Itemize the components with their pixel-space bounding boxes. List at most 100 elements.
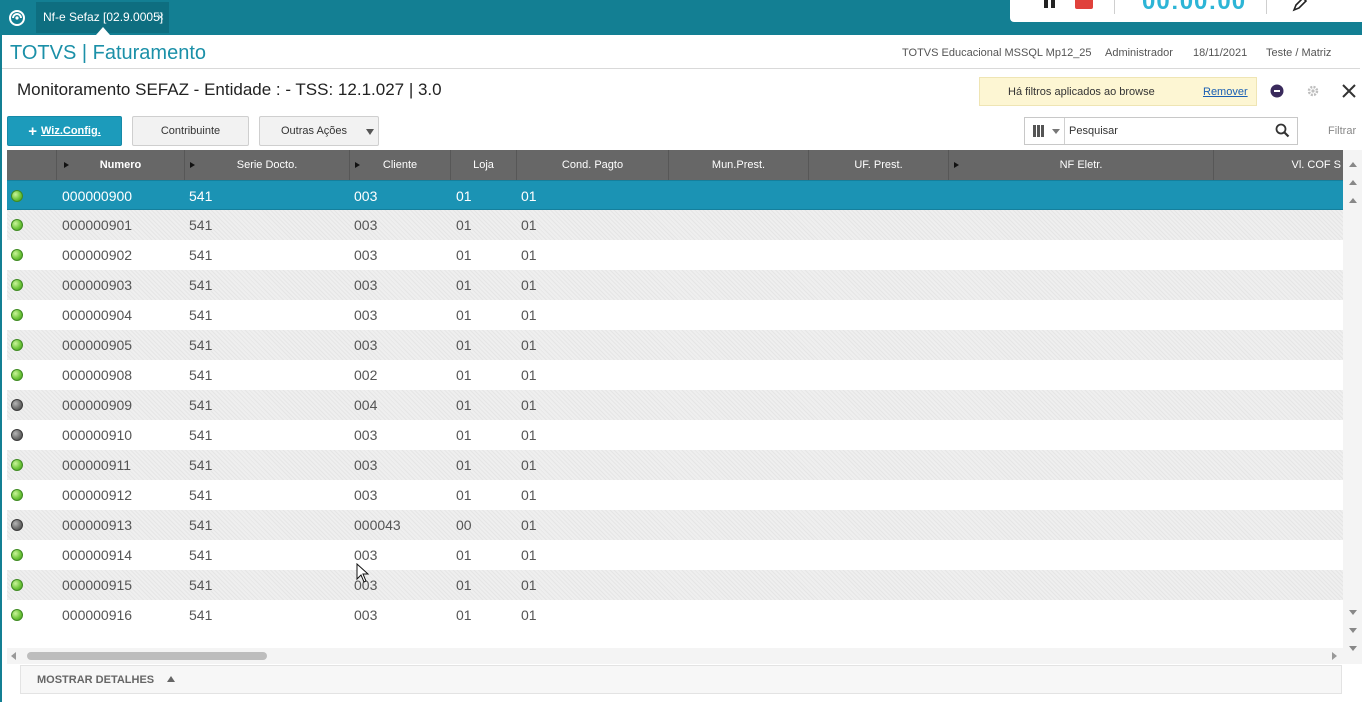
gear-icon[interactable] xyxy=(1305,83,1321,99)
scroll-right-icon[interactable] xyxy=(1332,652,1337,660)
column-header-serie[interactable]: Serie Docto. xyxy=(185,150,350,180)
scroll-top-icon[interactable] xyxy=(1349,162,1357,167)
horizontal-scroll-thumb[interactable] xyxy=(27,652,267,660)
recorder-pen-icon[interactable] xyxy=(1292,0,1308,17)
table-row[interactable]: 000000911 541 003 01 01 xyxy=(7,450,1343,480)
table-row[interactable]: 000000909 541 004 01 01 xyxy=(7,390,1343,420)
table-row[interactable]: 000000912 541 003 01 01 xyxy=(7,480,1343,510)
table-row[interactable]: 000000904 541 003 01 01 xyxy=(7,300,1343,330)
table-row[interactable]: 000000901 541 003 01 01 xyxy=(7,210,1343,240)
tab-close-icon[interactable]: × xyxy=(157,2,164,33)
status-green-icon xyxy=(11,219,23,231)
info-icon[interactable] xyxy=(1269,83,1285,99)
search-input[interactable] xyxy=(1069,121,1269,141)
cell-loja: 01 xyxy=(456,607,472,623)
scroll-down-icon[interactable] xyxy=(1349,610,1357,615)
recorder-stop-icon[interactable] xyxy=(1075,0,1093,9)
column-header-uf-prest[interactable]: UF. Prest. xyxy=(809,150,949,180)
cell-serie: 541 xyxy=(189,607,213,623)
cell-cond: 01 xyxy=(521,217,537,233)
cell-serie: 541 xyxy=(189,547,213,563)
cell-loja: 01 xyxy=(456,397,472,413)
cell-loja: 01 xyxy=(456,188,472,204)
outras-acoes-button[interactable]: Outras Ações xyxy=(259,116,379,146)
wiz-config-button[interactable]: + Wiz.Config. xyxy=(7,116,122,146)
filtrar-button[interactable]: Filtrar xyxy=(1328,125,1356,137)
column-header-cliente[interactable]: Cliente xyxy=(350,150,451,180)
status-green-icon xyxy=(11,549,23,561)
column-header-loja[interactable]: Loja xyxy=(451,150,517,180)
company-label[interactable]: Teste / Matriz xyxy=(1266,47,1331,59)
search-icon[interactable] xyxy=(1275,123,1290,143)
table-row[interactable]: 000000916 541 003 01 01 xyxy=(7,600,1343,630)
scroll-up-icon[interactable] xyxy=(1349,180,1357,185)
column-header-nf-eletr[interactable]: NF Eletr. xyxy=(949,150,1214,180)
table-row[interactable]: 000000905 541 003 01 01 xyxy=(7,330,1343,360)
scroll-bottom-icon[interactable] xyxy=(1349,646,1357,651)
chevron-down-icon xyxy=(1052,129,1060,134)
cell-loja: 01 xyxy=(456,307,472,323)
screen-recorder-panel: 00:00:00 xyxy=(1010,0,1362,22)
remove-filter-link[interactable]: Remover xyxy=(1203,86,1248,98)
cell-numero: 000000909 xyxy=(62,397,133,413)
close-icon[interactable] xyxy=(1340,82,1358,100)
cell-cliente: 003 xyxy=(354,487,378,503)
column-header-cond-pagto[interactable]: Cond. Pagto xyxy=(517,150,669,180)
recorder-pause-icon[interactable] xyxy=(1044,0,1056,8)
scroll-page-down-icon[interactable] xyxy=(1349,628,1357,633)
column-header-mun-prest[interactable]: Mun.Prest. xyxy=(669,150,809,180)
status-green-icon xyxy=(11,309,23,321)
column-header-vl-cof[interactable]: Vl. COF S xyxy=(1214,150,1343,180)
cell-serie: 541 xyxy=(189,367,213,383)
cell-cond: 01 xyxy=(521,277,537,293)
table-row[interactable]: 000000914 541 003 01 01 xyxy=(7,540,1343,570)
status-green-icon xyxy=(11,279,23,291)
cell-loja: 01 xyxy=(456,457,472,473)
table-row[interactable]: 000000915 541 003 01 01 xyxy=(7,570,1343,600)
show-details-label: MOSTRAR DETALHES xyxy=(37,674,155,686)
grid-header: Numero Serie Docto. Cliente Loja Cond. P… xyxy=(7,150,1343,180)
cell-serie: 541 xyxy=(189,247,213,263)
cell-cond: 01 xyxy=(521,367,537,383)
environment-label: TOTVS Educacional MSSQL Mp12_25 xyxy=(902,47,1092,59)
cell-loja: 01 xyxy=(456,337,472,353)
table-row[interactable]: 000000902 541 003 01 01 xyxy=(7,240,1343,270)
window-frame xyxy=(0,35,2,702)
table-row[interactable]: 000000910 541 003 01 01 xyxy=(7,420,1343,450)
cell-loja: 01 xyxy=(456,547,472,563)
cell-cliente: 004 xyxy=(354,397,378,413)
table-row[interactable]: 000000903 541 003 01 01 xyxy=(7,270,1343,300)
scroll-left-icon[interactable] xyxy=(11,652,16,660)
scroll-page-up-icon[interactable] xyxy=(1349,198,1357,203)
table-row[interactable]: 000000900 541 003 01 01 xyxy=(7,180,1343,210)
status-gray-icon xyxy=(11,519,23,531)
totvs-menu-icon[interactable] xyxy=(0,0,34,35)
cell-cliente: 003 xyxy=(354,247,378,263)
status-green-icon xyxy=(11,489,23,501)
cell-loja: 01 xyxy=(456,277,472,293)
table-row[interactable]: 000000913 541 000043 00 01 xyxy=(7,510,1343,540)
columns-selector[interactable] xyxy=(1025,118,1065,144)
cell-loja: 01 xyxy=(456,487,472,503)
cell-cond: 01 xyxy=(521,547,537,563)
contribuinte-button[interactable]: Contribuinte xyxy=(132,116,249,146)
cell-cliente: 003 xyxy=(354,427,378,443)
cell-cond: 01 xyxy=(521,247,537,263)
cell-cond: 01 xyxy=(521,397,537,413)
cell-numero: 000000904 xyxy=(62,307,133,323)
user-label: Administrador xyxy=(1105,47,1173,59)
vertical-scrollbar[interactable] xyxy=(1343,150,1362,664)
cell-cond: 01 xyxy=(521,457,537,473)
column-header-numero[interactable]: Numero xyxy=(57,150,185,180)
table-row[interactable]: 000000908 541 002 01 01 xyxy=(7,360,1343,390)
status-gray-icon xyxy=(11,429,23,441)
show-details-bar[interactable]: MOSTRAR DETALHES xyxy=(20,665,1342,694)
status-gray-icon xyxy=(11,399,23,411)
cell-numero: 000000913 xyxy=(62,517,133,533)
grid-body: 000000900 541 003 01 01 000000901 541 003 01 01 00… xyxy=(7,180,1343,660)
cell-cliente: 003 xyxy=(354,607,378,623)
horizontal-scrollbar[interactable] xyxy=(7,648,1343,664)
cell-serie: 541 xyxy=(189,577,213,593)
status-green-icon xyxy=(11,609,23,621)
status-green-icon xyxy=(11,339,23,351)
